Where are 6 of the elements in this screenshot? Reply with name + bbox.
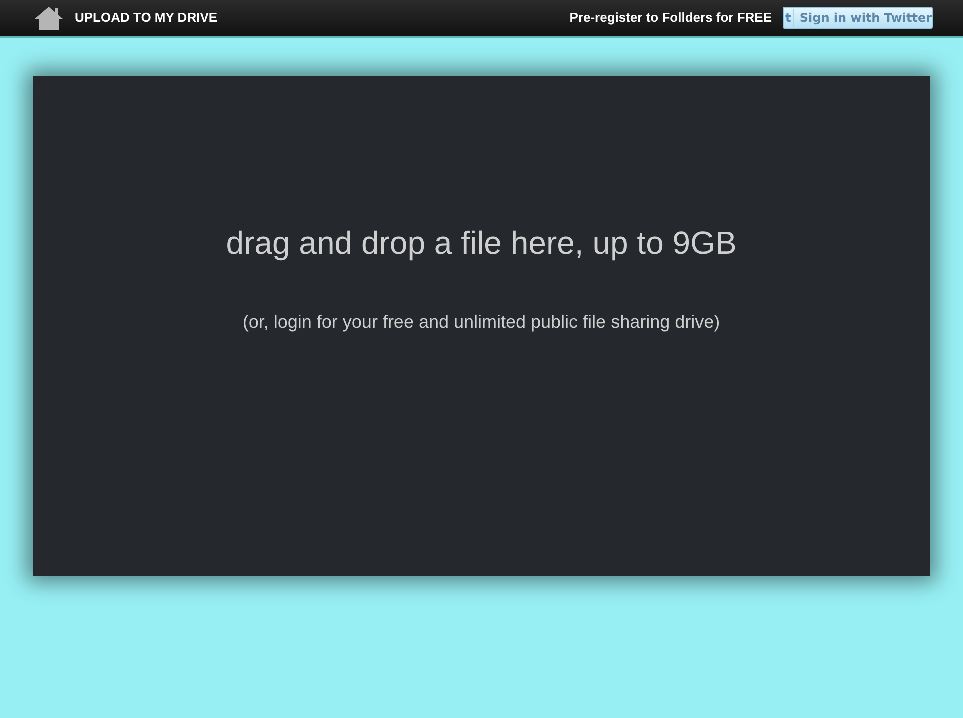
- drop-zone[interactable]: drag and drop a file here, up to 9GB (or, login for your free and unlimited public file sharing drive): [33, 76, 930, 576]
- drop-heading: drag and drop a file here, up to 9GB: [226, 224, 737, 263]
- drop-subtext: (or, login for your free and unlimited public file sharing drive): [242, 311, 720, 334]
- home-icon: [34, 5, 64, 31]
- home-link[interactable]: UPLOAD TO MY DRIVE: [34, 5, 218, 31]
- promo-text: Pre-register to Follders for FREE: [570, 9, 772, 28]
